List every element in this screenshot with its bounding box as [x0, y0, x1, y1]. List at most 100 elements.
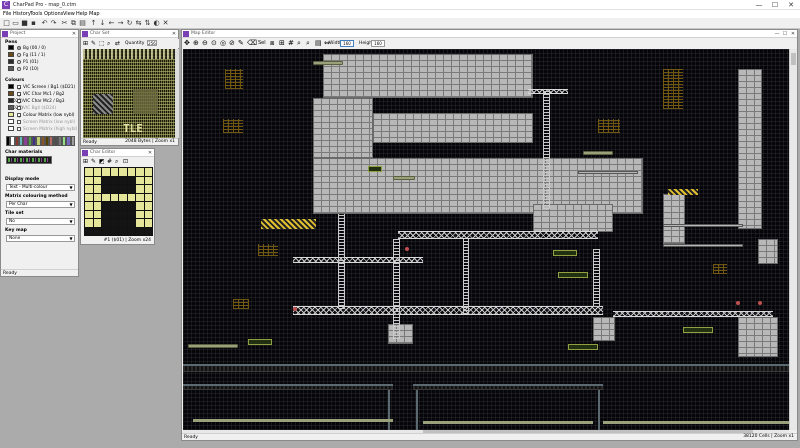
select-icon[interactable]: ⬚	[99, 40, 105, 47]
colour-row[interactable]: ✓Colour Matrix (low nybl)	[8, 112, 74, 120]
char-pixel[interactable]	[144, 185, 152, 193]
pen-bg[interactable]: Bg (00 / 0)	[8, 45, 46, 52]
pen-p1[interactable]: P1 (01)	[8, 59, 39, 66]
char-pixel[interactable]	[136, 202, 144, 210]
char-pixel[interactable]	[119, 193, 127, 201]
zoom-out-icon[interactable]: ⊖	[202, 39, 208, 47]
char-pixel[interactable]	[136, 193, 144, 201]
char-pixel[interactable]	[119, 227, 127, 235]
char-editor-canvas[interactable]	[84, 167, 153, 236]
mirror-icon[interactable]: ⇆	[134, 19, 143, 28]
char-pixel[interactable]	[110, 202, 118, 210]
width-input[interactable]: 160	[340, 40, 354, 47]
char-pixel[interactable]	[127, 168, 135, 176]
pencil-icon[interactable]: ✎	[238, 39, 244, 47]
char-pixel[interactable]	[136, 210, 144, 218]
checkbox-icon[interactable]: ✓	[17, 91, 22, 99]
char-pixel[interactable]	[85, 227, 93, 235]
palette-swatch[interactable]	[70, 136, 75, 146]
char-pixel[interactable]	[119, 202, 127, 210]
keymap-select[interactable]: None ▼	[6, 235, 75, 242]
minimize-button[interactable]: —	[752, 0, 766, 10]
paste-icon[interactable]: ▤	[78, 19, 87, 28]
pencil-icon[interactable]: ✎	[91, 40, 96, 47]
radio-icon[interactable]	[17, 45, 21, 50]
char-pixel[interactable]	[110, 227, 118, 235]
layers-icon[interactable]: ▤	[315, 39, 322, 47]
redo-icon[interactable]: ↷	[49, 19, 58, 28]
pen-fg[interactable]: Fg (11 / 1)	[8, 52, 45, 59]
radio-icon[interactable]	[17, 59, 21, 64]
char-pixel[interactable]	[110, 193, 118, 201]
pencil-icon[interactable]: ✎	[91, 158, 96, 165]
menu-map[interactable]: Map	[89, 10, 100, 18]
quantity-input[interactable]: 256	[147, 40, 157, 46]
charset-scrollbar[interactable]	[175, 49, 179, 138]
char-pixel[interactable]	[102, 168, 110, 176]
char-pixel[interactable]	[110, 176, 118, 184]
colour-row[interactable]: ✓VIC Screen / Bg1 ($D21)	[8, 84, 75, 92]
map-vertical-scrollbar[interactable]	[789, 49, 797, 430]
char-pixel[interactable]	[93, 193, 101, 201]
matrix-select[interactable]: Per Char ▼	[6, 201, 75, 208]
char-pixel[interactable]	[93, 210, 101, 218]
checkbox-icon[interactable]	[17, 105, 21, 110]
menu-options[interactable]: Options	[44, 10, 63, 18]
char-pixel[interactable]	[127, 176, 135, 184]
close-icon[interactable]: ✕	[70, 30, 78, 38]
char-pixel[interactable]	[127, 210, 135, 218]
checkbox-icon[interactable]: ✓	[17, 84, 22, 92]
close-button[interactable]: ✕	[784, 0, 798, 10]
rotate-icon[interactable]: ↻	[125, 19, 134, 28]
undo-icon[interactable]: ↶	[40, 19, 49, 28]
charset-grid[interactable]: TLE	[83, 49, 175, 138]
clear-icon[interactable]: ✕	[161, 19, 170, 28]
char-pixel[interactable]	[136, 227, 144, 235]
char-pixel[interactable]	[136, 176, 144, 184]
char-pixel[interactable]	[93, 168, 101, 176]
char-pixel[interactable]	[102, 227, 110, 235]
char-pixel[interactable]	[144, 227, 152, 235]
char-pixel[interactable]	[93, 219, 101, 227]
eyedropper-icon[interactable]: ⊘	[229, 39, 235, 47]
stamp-icon[interactable]: ⧈	[270, 39, 274, 48]
char-pixel[interactable]	[110, 219, 118, 227]
sel-icon[interactable]: Sel	[258, 40, 266, 46]
flip-icon[interactable]: ⇅	[143, 19, 152, 28]
char-pixel[interactable]	[144, 176, 152, 184]
char-pixel[interactable]	[85, 202, 93, 210]
swap-icon[interactable]: ⇄	[115, 40, 120, 47]
char-pixel[interactable]	[144, 202, 152, 210]
map-canvas[interactable]	[183, 49, 789, 430]
save-all-icon[interactable]: ▪	[29, 19, 38, 28]
menu-file[interactable]: File	[3, 10, 11, 18]
char-pixel[interactable]	[102, 219, 110, 227]
char-pixel[interactable]	[110, 168, 118, 176]
checkbox-icon[interactable]: ✓	[17, 98, 22, 106]
char-pixel[interactable]	[85, 193, 93, 201]
zoom-icon[interactable]: ⌕	[107, 40, 110, 48]
maximize-button[interactable]: ☐	[768, 0, 782, 10]
close-icon[interactable]: ✕	[146, 149, 154, 157]
colour-row[interactable]: ✓VIC Char Mc2 / Bg3 ($D23)	[8, 98, 78, 111]
char-materials-strip[interactable]	[6, 156, 52, 164]
radio-icon[interactable]	[17, 52, 21, 57]
char-pixel[interactable]	[102, 210, 110, 218]
char-pixel[interactable]	[119, 210, 127, 218]
char-pixel[interactable]	[102, 193, 110, 201]
checkbox-icon[interactable]: ✓	[17, 112, 22, 120]
colour-row[interactable]: Screen Matrix (high nybl)	[8, 126, 77, 133]
project-titlebar[interactable]: Project ✕	[1, 30, 78, 38]
char-pixel[interactable]	[136, 219, 144, 227]
radio-icon[interactable]	[17, 66, 21, 71]
char-pixel[interactable]	[144, 193, 152, 201]
char-pixel[interactable]	[127, 202, 135, 210]
char-pixel[interactable]	[93, 202, 101, 210]
char-pixel[interactable]	[127, 185, 135, 193]
zoom-reset-icon[interactable]: ◎	[220, 39, 226, 47]
char-pixel[interactable]	[136, 185, 144, 193]
char-pixel[interactable]	[93, 185, 101, 193]
new-icon[interactable]: □	[2, 19, 11, 28]
save-icon[interactable]: ■	[20, 19, 29, 28]
maximize-icon[interactable]: ☐	[781, 30, 789, 38]
